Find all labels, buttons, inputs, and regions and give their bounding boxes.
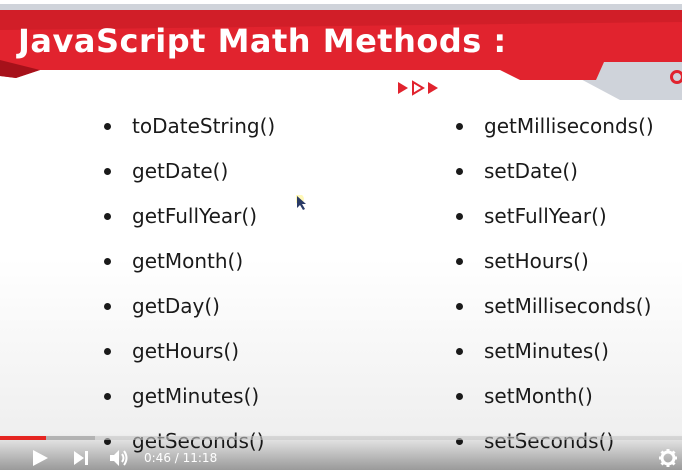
- list-item: setDate(): [456, 149, 654, 194]
- list-item: setFullYear(): [456, 194, 654, 239]
- bullet-icon: [456, 393, 463, 400]
- list-item: getMinutes(): [104, 374, 275, 419]
- mouse-cursor-icon: [296, 195, 306, 210]
- progress-bar[interactable]: [0, 436, 682, 440]
- method-name: setFullYear(): [484, 204, 607, 228]
- volume-icon[interactable]: [108, 448, 130, 468]
- method-name: getHours(): [132, 339, 240, 363]
- bullet-icon: [104, 348, 111, 355]
- method-name: toDateString(): [132, 114, 276, 138]
- method-name: setDate(): [484, 159, 578, 183]
- settings-gear-icon[interactable]: [658, 448, 678, 468]
- method-name: setHours(): [484, 249, 589, 273]
- bullet-icon: [104, 258, 111, 265]
- bullet-icon: [456, 123, 463, 130]
- method-name: setMonth(): [484, 384, 593, 408]
- next-icon[interactable]: [72, 448, 90, 468]
- right-method-list: getMilliseconds() setDate() setFullYear(…: [456, 104, 654, 464]
- play-icon[interactable]: [30, 448, 50, 468]
- list-item: getMonth(): [104, 239, 275, 284]
- arrow-decoration-icon: [398, 80, 438, 96]
- bullet-icon: [104, 393, 111, 400]
- method-name: setMinutes(): [484, 339, 609, 363]
- time-display: 0:46 / 11:18: [144, 451, 218, 465]
- method-name: getDate(): [132, 159, 229, 183]
- method-name: getMinutes(): [132, 384, 260, 408]
- method-name: getFullYear(): [132, 204, 257, 228]
- bullet-icon: [104, 123, 111, 130]
- bullet-icon: [456, 303, 463, 310]
- circle-decoration-icon: [670, 70, 682, 84]
- method-name: setMilliseconds(): [484, 294, 652, 318]
- bullet-icon: [456, 348, 463, 355]
- method-name: getMonth(): [132, 249, 244, 273]
- bullet-icon: [104, 303, 111, 310]
- method-name: getDay(): [132, 294, 220, 318]
- list-item: getMilliseconds(): [456, 104, 654, 149]
- bullet-icon: [104, 168, 111, 175]
- slide: JavaScript Math Methods : toDateString()…: [0, 0, 682, 470]
- bullet-icon: [456, 258, 463, 265]
- list-item: getDate(): [104, 149, 275, 194]
- slide-title: JavaScript Math Methods :: [18, 22, 507, 60]
- method-name: getMilliseconds(): [484, 114, 654, 138]
- bullet-icon: [456, 213, 463, 220]
- list-item: setHours(): [456, 239, 654, 284]
- list-item: getHours(): [104, 329, 275, 374]
- list-item: getDay(): [104, 284, 275, 329]
- list-item: toDateString(): [104, 104, 275, 149]
- left-method-list: toDateString() getDate() getFullYear() g…: [104, 104, 275, 464]
- list-item: setMonth(): [456, 374, 654, 419]
- list-item: setMinutes(): [456, 329, 654, 374]
- played-bar: [0, 436, 47, 440]
- bullet-icon: [104, 213, 111, 220]
- list-item: getFullYear(): [104, 194, 275, 239]
- list-item: setMilliseconds(): [456, 284, 654, 329]
- bullet-icon: [456, 168, 463, 175]
